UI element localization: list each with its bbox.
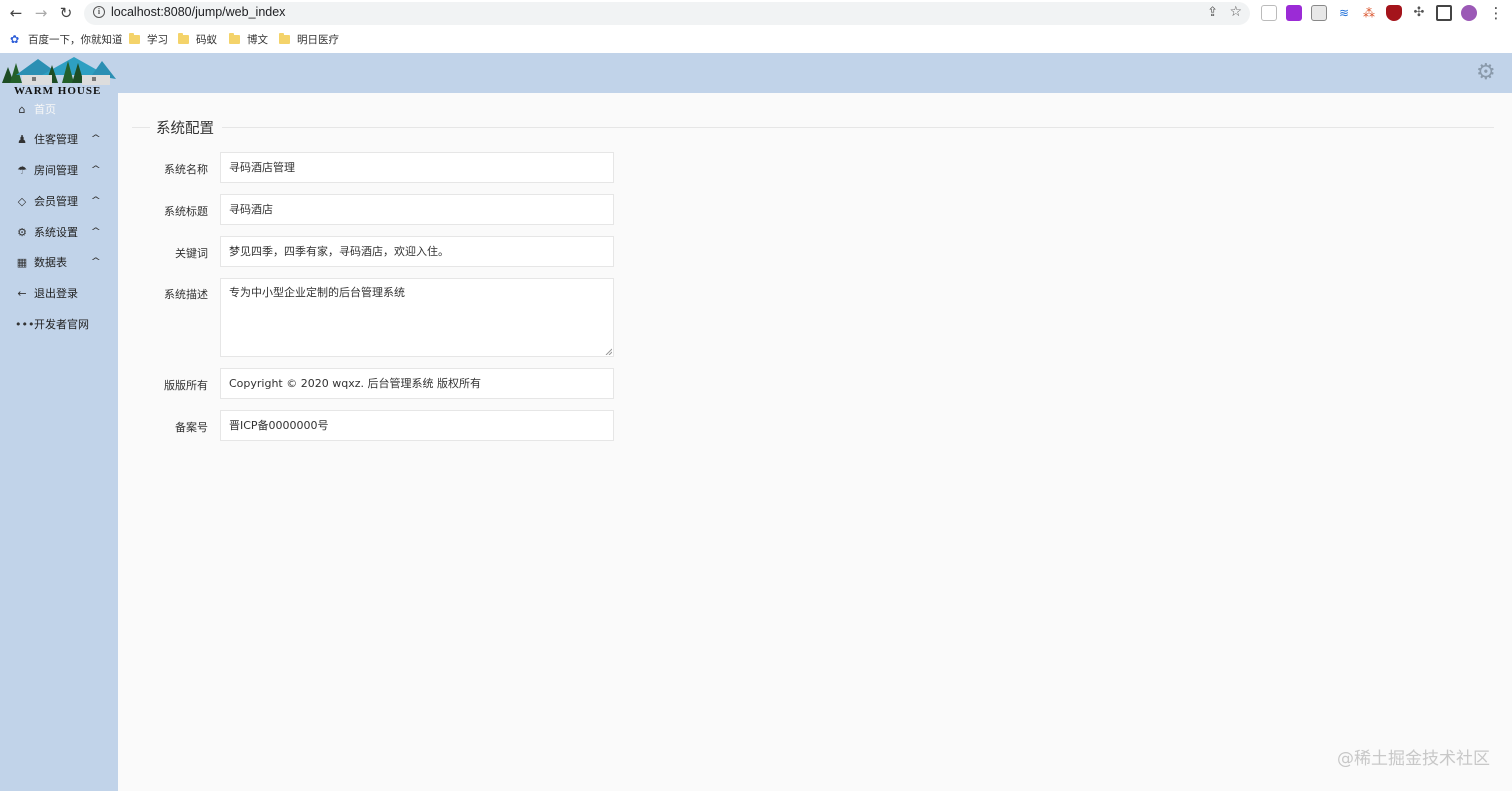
folder-icon <box>178 33 189 44</box>
icp-input[interactable]: 晋ICP备0000000号 <box>220 410 614 441</box>
extension-layers-icon[interactable]: ≋ <box>1336 5 1352 21</box>
sidebar-item-members[interactable]: ◇ 会员管理 ^ <box>0 186 118 216</box>
diamond-icon: ◇ <box>17 194 27 208</box>
sidebar-item-label: 数据表 <box>34 256 67 269</box>
chevron-up-icon: ^ <box>90 227 102 237</box>
bookmark-star-icon[interactable]: ☆ <box>1229 4 1242 20</box>
sidebar-item-label: 住客管理 <box>34 133 78 146</box>
home-icon: ⌂ <box>18 102 26 116</box>
gear-icon: ⚙ <box>17 225 27 239</box>
forward-icon[interactable]: → <box>29 1 53 25</box>
extensions-puzzle-icon[interactable]: ✣ <box>1411 5 1427 21</box>
address-bar[interactable]: i localhost:8080/jump/web_index ⇪ ☆ <box>84 2 1250 25</box>
folder-icon <box>129 33 140 44</box>
sidebar-item-developer-site[interactable]: ••• 开发者官网 <box>0 309 118 339</box>
side-panel-icon[interactable] <box>1436 5 1452 21</box>
chevron-up-icon: ^ <box>90 257 102 267</box>
system-name-label: 系统名称 <box>164 163 208 176</box>
bookmark-label: 学习 <box>147 34 168 46</box>
arrow-left-icon: ← <box>17 286 27 300</box>
share-icon[interactable]: ⇪ <box>1207 5 1218 20</box>
bookmark-folder-mayi[interactable]: 码蚁 <box>178 32 217 47</box>
extension-cursor-icon[interactable] <box>1261 5 1277 21</box>
sidebar-item-label: 会员管理 <box>34 195 78 208</box>
table-icon: ▦ <box>16 255 28 269</box>
resize-handle-icon[interactable] <box>605 348 612 355</box>
settings-gear-icon[interactable]: ⚙ <box>1476 62 1496 84</box>
description-text: 专为中小型企业定制的后台管理系统 <box>229 286 405 299</box>
sidebar-item-home[interactable]: ⌂ 首页 <box>0 94 118 124</box>
extension-purple-icon[interactable] <box>1286 5 1302 21</box>
description-textarea[interactable]: 专为中小型企业定制的后台管理系统 <box>220 278 614 357</box>
url-text[interactable]: localhost:8080/jump/web_index <box>111 5 285 19</box>
bookmark-label: 百度一下，你就知道 <box>28 34 123 46</box>
bookmark-baidu[interactable]: ✿ 百度一下，你就知道 <box>10 32 123 47</box>
folder-icon <box>229 33 240 44</box>
system-name-input[interactable]: 寻码酒店管理 <box>220 152 614 183</box>
reload-icon[interactable]: ↻ <box>54 1 78 25</box>
browser-chrome: ← → ↻ i localhost:8080/jump/web_index ⇪ … <box>0 0 1512 53</box>
sidebar-item-label: 开发者官网 <box>34 318 89 331</box>
app-header: ⚙ <box>0 53 1512 93</box>
keywords-label: 关键词 <box>175 247 208 260</box>
main-content: 系统配置 系统名称 寻码酒店管理 系统标题 寻码酒店 关键词 梦见四季，四季有家… <box>118 93 1512 791</box>
user-icon: ♟ <box>17 132 27 146</box>
system-title-label: 系统标题 <box>164 205 208 218</box>
browser-toolbar: ← → ↻ i localhost:8080/jump/web_index ⇪ … <box>0 0 1512 27</box>
more-icon: ••• <box>15 317 35 331</box>
bookmark-label: 码蚁 <box>196 34 217 46</box>
sidebar-item-label: 房间管理 <box>34 164 78 177</box>
fieldset-divider <box>132 127 1494 128</box>
bookmarks-bar: ✿ 百度一下，你就知道 学习 码蚁 博文 明日医疗 <box>0 28 1512 50</box>
sidebar-item-settings[interactable]: ⚙ 系统设置 ^ <box>0 217 118 247</box>
back-icon[interactable]: ← <box>4 1 28 25</box>
copyright-input[interactable]: Copyright © 2020 wqxz. 后台管理系统 版权所有 <box>220 368 614 399</box>
watermark: @稀土掘金技术社区 <box>1337 749 1490 769</box>
sidebar-item-label: 系统设置 <box>34 226 78 239</box>
bookmark-label: 明日医疗 <box>297 34 339 46</box>
copyright-label: 版版所有 <box>164 379 208 392</box>
system-title-input[interactable]: 寻码酒店 <box>220 194 614 225</box>
folder-icon <box>279 33 290 44</box>
icp-label: 备案号 <box>175 421 208 434</box>
bookmark-folder-mingri[interactable]: 明日医疗 <box>279 32 339 47</box>
chevron-up-icon: ^ <box>90 134 102 144</box>
profile-avatar-icon[interactable] <box>1461 5 1477 21</box>
bookmark-folder-blog[interactable]: 博文 <box>229 32 268 47</box>
site-info-icon[interactable]: i <box>93 6 105 18</box>
sidebar-item-label: 首页 <box>34 103 56 116</box>
sidebar-item-rooms[interactable]: ☂ 房间管理 ^ <box>0 155 118 185</box>
bookmark-label: 博文 <box>247 34 268 46</box>
sidebar-item-logout[interactable]: ← 退出登录 <box>0 278 118 308</box>
extension-window-icon[interactable] <box>1311 5 1327 21</box>
bookmark-folder-study[interactable]: 学习 <box>129 32 168 47</box>
section-title: 系统配置 <box>150 117 222 138</box>
chevron-up-icon: ^ <box>90 165 102 175</box>
sidebar-item-label: 退出登录 <box>34 287 78 300</box>
baidu-paw-icon: ✿ <box>10 32 20 46</box>
browser-menu-icon[interactable]: ⋮ <box>1484 1 1508 25</box>
ublock-icon[interactable] <box>1386 5 1402 21</box>
keywords-input[interactable]: 梦见四季，四季有家，寻码酒店，欢迎入住。 <box>220 236 614 267</box>
description-label: 系统描述 <box>164 288 208 301</box>
sidebar-item-datatable[interactable]: ▦ 数据表 ^ <box>0 247 118 277</box>
chevron-up-icon: ^ <box>90 196 102 206</box>
extension-tree-icon[interactable]: ⁂ <box>1361 5 1377 21</box>
tree-icon: ☂ <box>17 163 27 177</box>
sidebar-item-guests[interactable]: ♟ 住客管理 ^ <box>0 124 118 154</box>
